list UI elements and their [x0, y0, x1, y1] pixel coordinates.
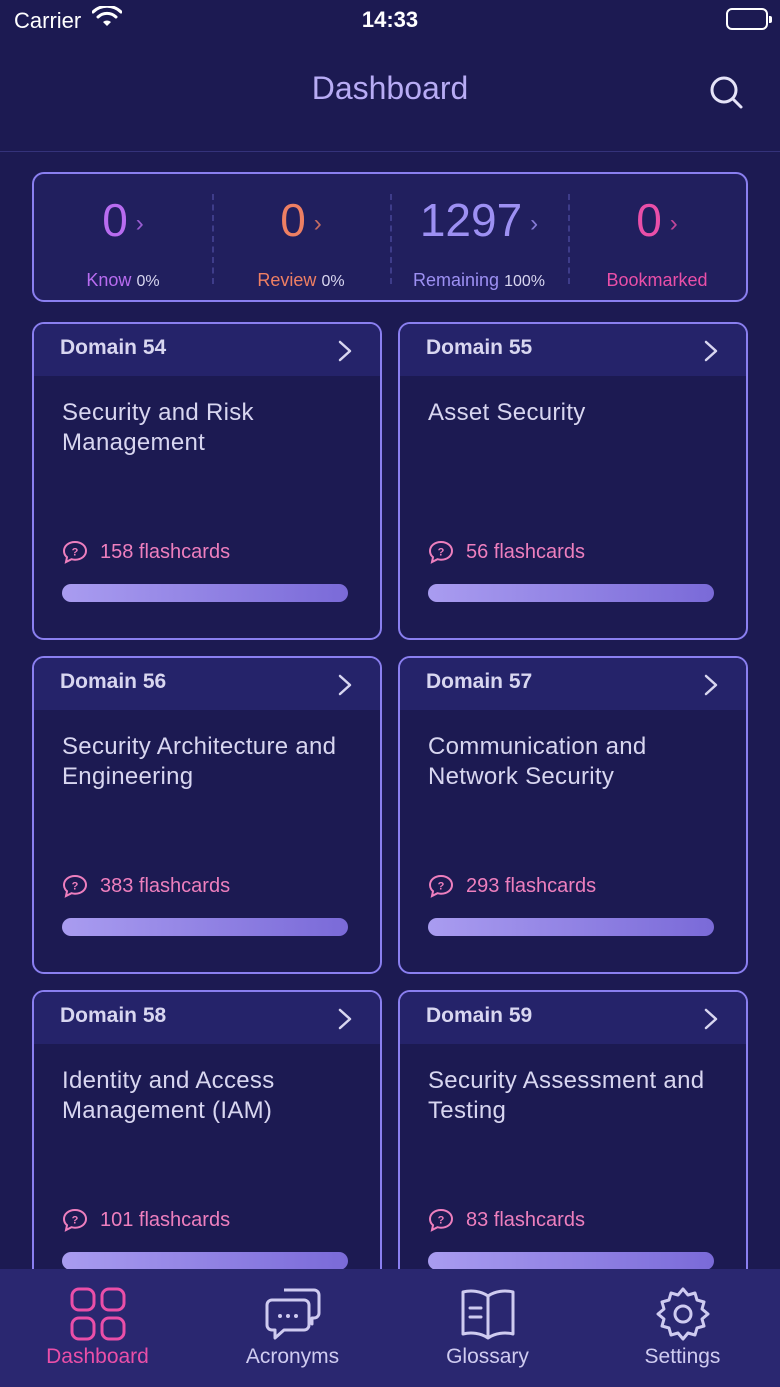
card-header: Domain 57 [400, 658, 746, 710]
question-bubble-icon: ? [62, 874, 88, 898]
tab-settings[interactable]: Settings [585, 1269, 780, 1387]
svg-text:?: ? [72, 881, 79, 893]
card-flashcard-count: 56 flashcards [466, 540, 585, 563]
progress-bar [62, 1252, 348, 1270]
svg-text:?: ? [72, 1215, 79, 1227]
domain-card[interactable]: Domain 57 Communication and Network Secu… [398, 656, 748, 974]
card-title: Security and Risk Management [62, 399, 254, 456]
tab-label: Acronyms [245, 1345, 340, 1368]
chevron-right-icon: › [530, 209, 539, 237]
stat-percent: 0% [321, 272, 345, 290]
search-icon [710, 76, 743, 109]
stat-label: Review [257, 269, 317, 290]
question-bubble-icon: ? [428, 874, 454, 898]
card-flashcard-count: 293 flashcards [466, 874, 597, 897]
card-domain-number: Domain 56 [60, 670, 167, 693]
stat-value: 0 [280, 194, 306, 246]
stat-label: Remaining [413, 269, 500, 290]
stat-bookmarked[interactable]: 0 › Bookmarked [568, 174, 746, 300]
stat-value: 0 [636, 194, 662, 246]
tab-label: Dashboard [46, 1345, 149, 1368]
card-flashcard-count: 101 flashcards [100, 1208, 231, 1231]
svg-text:?: ? [438, 881, 445, 893]
question-bubble-icon: ? [428, 540, 454, 564]
stat-label: Know [86, 269, 132, 290]
progress-bar [428, 1252, 714, 1270]
tab-label: Settings [644, 1345, 721, 1368]
stat-value: 1297 [419, 194, 523, 246]
tab-label: Glossary [446, 1345, 529, 1368]
svg-text:?: ? [72, 547, 79, 559]
stats-panel: 0 › Know 0% 0 › Review 0% 1297 › Remaining … [32, 172, 748, 302]
card-title: Security Assessment and Testing [428, 1067, 705, 1124]
question-bubble-icon: ? [62, 1208, 88, 1232]
domain-card[interactable]: Domain 58 Identity and Access Management… [32, 990, 382, 1308]
chevron-right-icon: › [669, 209, 678, 237]
card-header: Domain 59 [400, 992, 746, 1044]
chevron-right-icon [704, 674, 718, 696]
clock: 14:33 [361, 7, 419, 32]
question-bubble-icon: ? [62, 540, 88, 564]
domain-card[interactable]: Domain 55 Asset Security ? 56 flashcards [398, 322, 748, 640]
question-bubble-icon: ? [428, 1208, 454, 1232]
domain-card[interactable]: Domain 59 Security Assessment and Testin… [398, 990, 748, 1308]
card-title: Communication and Network Security [428, 733, 647, 790]
tab-acronyms[interactable]: Acronyms [195, 1269, 390, 1387]
tab-dashboard[interactable]: Dashboard [0, 1269, 195, 1387]
card-header: Domain 58 [34, 992, 380, 1044]
stat-percent: 100% [504, 272, 545, 290]
book-icon [461, 1289, 514, 1340]
stat-know[interactable]: 0 › Know 0% [34, 174, 212, 300]
chevron-right-icon: › [313, 209, 322, 237]
stat-percent: 0% [136, 272, 160, 290]
status-bar: Carrier 14:33 [0, 0, 780, 42]
chevron-right-icon [338, 340, 352, 362]
chat-bubbles-icon [265, 1288, 320, 1340]
chevron-right-icon [338, 674, 352, 696]
stat-value: 0 [102, 194, 128, 246]
chevron-right-icon [704, 1008, 718, 1030]
stat-remaining[interactable]: 1297 › Remaining 100% [390, 174, 568, 300]
progress-bar [428, 584, 714, 602]
header: Dashboard [0, 42, 780, 152]
card-flashcard-count: 383 flashcards [100, 874, 231, 897]
card-domain-number: Domain 55 [426, 336, 533, 359]
svg-text:?: ? [438, 547, 445, 559]
chevron-right-icon [704, 340, 718, 362]
chevron-right-icon: › [135, 209, 144, 237]
battery-icon [726, 8, 772, 30]
card-domain-number: Domain 59 [426, 1004, 533, 1027]
domain-card[interactable]: Domain 54 Security and Risk Management ?… [32, 322, 382, 640]
stat-review[interactable]: 0 › Review 0% [212, 174, 390, 300]
search-button[interactable] [708, 74, 744, 110]
card-title: Security Architecture and Engineering [62, 733, 337, 790]
card-header: Domain 55 [400, 324, 746, 376]
card-flashcard-count: 158 flashcards [100, 540, 231, 563]
chevron-right-icon [338, 1008, 352, 1030]
card-flashcard-count: 83 flashcards [466, 1208, 585, 1231]
card-header: Domain 54 [34, 324, 380, 376]
domain-card[interactable]: Domain 56 Security Architecture and Engi… [32, 656, 382, 974]
card-domain-number: Domain 58 [60, 1004, 167, 1027]
progress-bar [428, 918, 714, 936]
card-header: Domain 56 [34, 658, 380, 710]
progress-bar [62, 584, 348, 602]
progress-bar [62, 918, 348, 936]
card-domain-number: Domain 57 [426, 670, 533, 693]
svg-text:?: ? [438, 1215, 445, 1227]
card-title: Asset Security [428, 399, 586, 426]
tab-glossary[interactable]: Glossary [390, 1269, 585, 1387]
card-title: Identity and Access Management (IAM) [62, 1067, 275, 1124]
page-title: Dashboard [311, 70, 469, 106]
card-domain-number: Domain 54 [60, 336, 167, 359]
tab-bar: Dashboard Acronyms Glossary Settings [0, 1269, 780, 1387]
gear-icon [656, 1287, 709, 1341]
stat-label: Bookmarked [606, 269, 708, 290]
grid-icon [70, 1287, 125, 1341]
